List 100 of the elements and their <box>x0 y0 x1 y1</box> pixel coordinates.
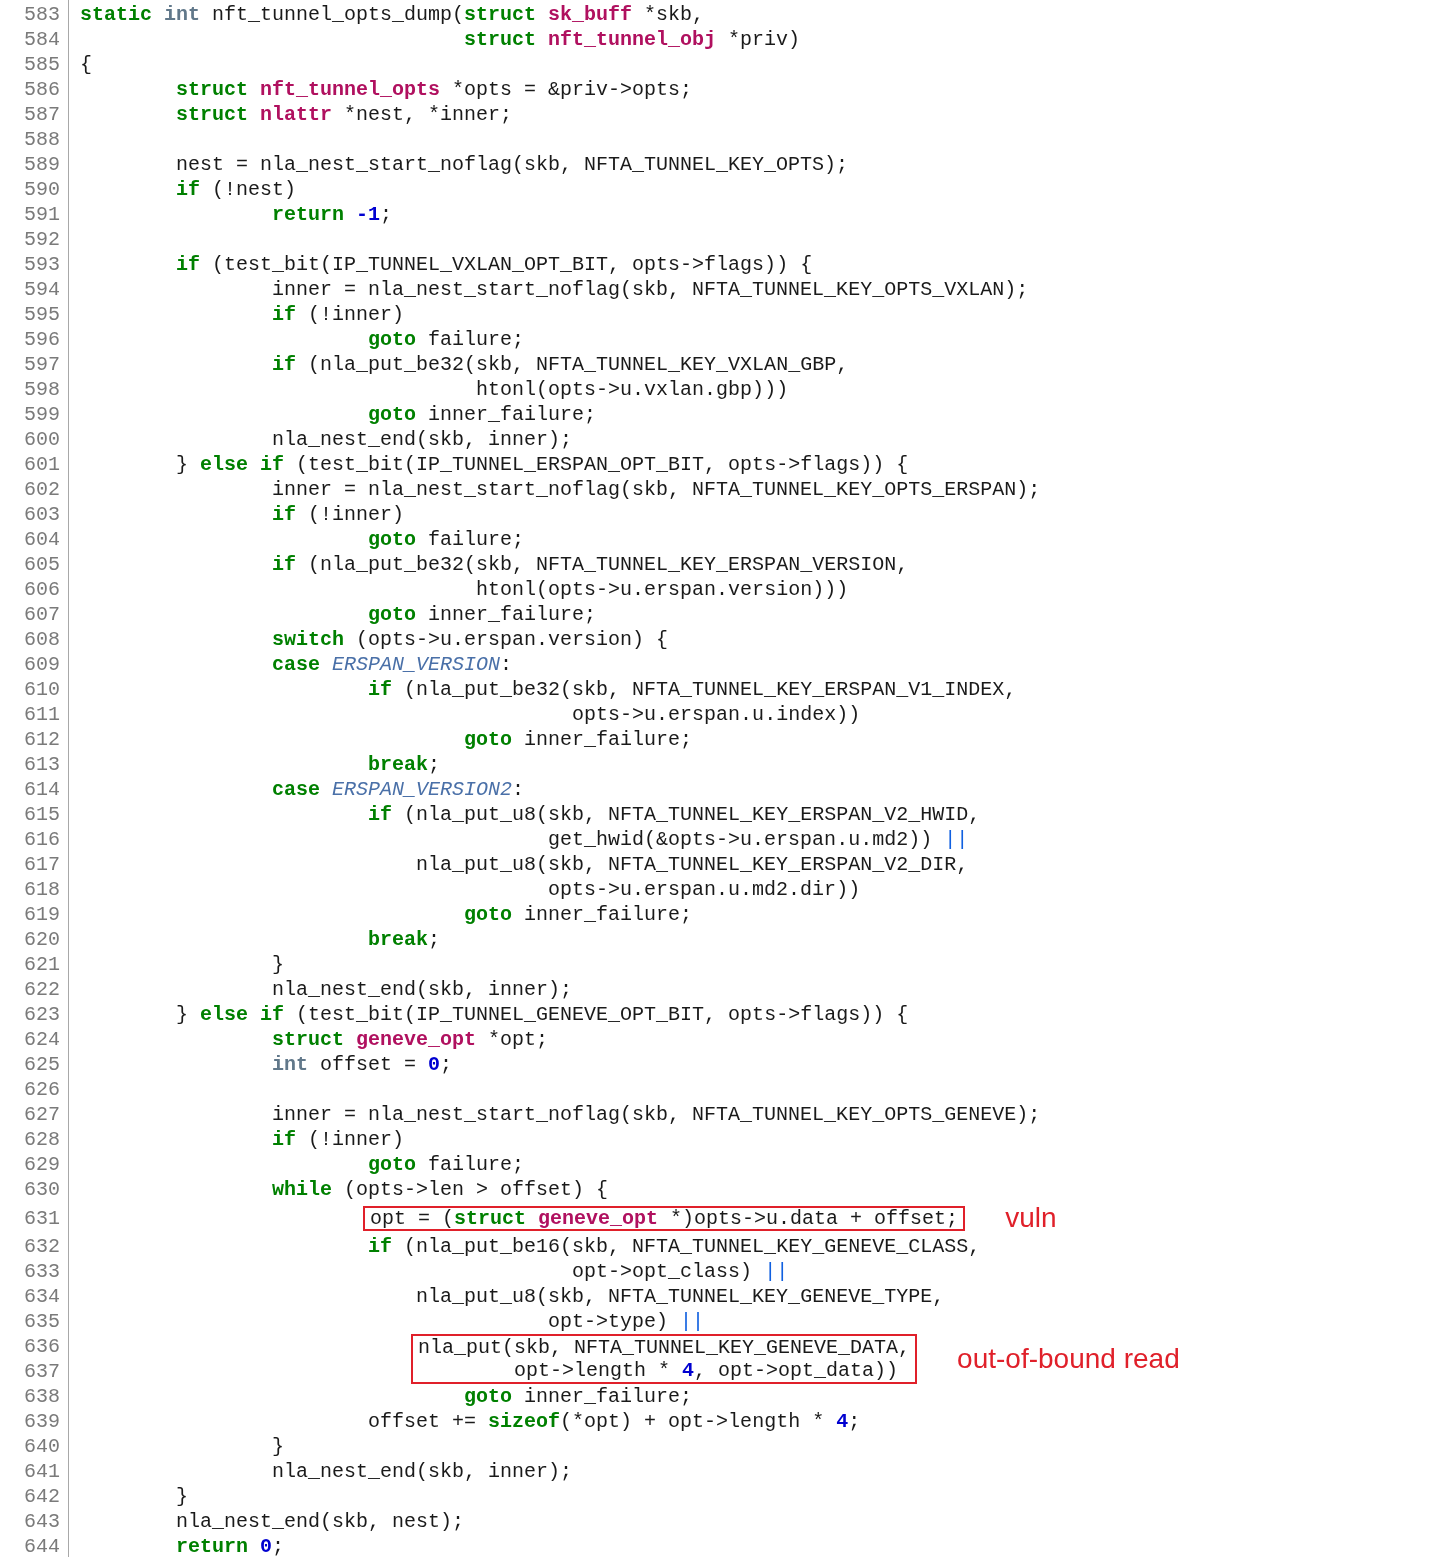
line-number: 643 <box>23 1510 61 1533</box>
line-number: 586 <box>23 78 61 101</box>
line-number: 624 <box>23 1028 61 1051</box>
code-line: if (!inner) <box>272 505 405 524</box>
line-number: 630 <box>23 1178 61 1201</box>
code-line: } <box>272 1437 285 1456</box>
code-line: opt->type) || <box>548 1312 705 1331</box>
code-line: struct nft_tunnel_obj *priv) <box>464 30 801 49</box>
code-line: case ERSPAN_VERSION: <box>272 655 513 674</box>
line-number: 627 <box>23 1103 61 1126</box>
line-number: 583 <box>23 3 61 26</box>
line-number: 637 <box>23 1360 61 1383</box>
line-number: 616 <box>23 828 61 851</box>
line-number: 631 <box>23 1206 61 1230</box>
line-number: 598 <box>23 378 61 401</box>
line-number: 585 <box>23 53 61 76</box>
line-number: 634 <box>23 1285 61 1308</box>
code-line: inner = nla_nest_start_noflag(skb, NFTA_TUNNEL_KEY_OPTS_VXLAN); <box>272 280 1029 299</box>
code-line: if (nla_put_be32(skb, NFTA_TUNNEL_KEY_ERSPAN_VERSION, <box>272 555 909 574</box>
code-line: if (!inner) <box>272 1130 405 1149</box>
line-number: 633 <box>23 1260 61 1283</box>
line-number: 613 <box>23 753 61 776</box>
line-number: 605 <box>23 553 61 576</box>
line-number: 614 <box>23 778 61 801</box>
line-number: 591 <box>23 203 61 226</box>
line-number: 628 <box>23 1128 61 1151</box>
code-line: opt->length * 4, opt->opt_data)) <box>514 1361 899 1380</box>
line-number: 625 <box>23 1053 61 1076</box>
code-line: } <box>176 1487 189 1506</box>
code-line: inner = nla_nest_start_noflag(skb, NFTA_TUNNEL_KEY_OPTS_GENEVE); <box>272 1105 1041 1124</box>
line-number: 597 <box>23 353 61 376</box>
code-line: nla_put_u8(skb, NFTA_TUNNEL_KEY_ERSPAN_V2_DIR, <box>416 855 969 874</box>
code-line: return 0; <box>176 1537 285 1556</box>
code-line: if (!inner) <box>272 305 405 324</box>
code-line: goto inner_failure; <box>368 605 597 624</box>
code-line: opts->u.erspan.u.md2.dir)) <box>548 880 861 899</box>
code-line: nla_put(skb, NFTA_TUNNEL_KEY_GENEVE_DATA, <box>418 1338 911 1357</box>
code-line: htonl(opts->u.erspan.version))) <box>476 580 849 599</box>
code-line: goto failure; <box>368 330 525 349</box>
code-line: goto inner_failure; <box>464 730 693 749</box>
code-line: return -1; <box>272 205 393 224</box>
line-number: 584 <box>23 28 61 51</box>
line-number: 626 <box>23 1078 61 1101</box>
code-line: goto failure; <box>368 1155 525 1174</box>
code-line: int offset = 0; <box>272 1055 453 1074</box>
line-number: 623 <box>23 1003 61 1026</box>
code-line: nla_nest_end(skb, inner); <box>272 430 573 449</box>
code-line: break; <box>368 755 441 774</box>
line-number: 601 <box>23 453 61 476</box>
code-line: goto inner_failure; <box>464 1387 693 1406</box>
line-number: 641 <box>23 1460 61 1483</box>
code-line: if (nla_put_be32(skb, NFTA_TUNNEL_KEY_ERSPAN_V1_INDEX, <box>368 680 1017 699</box>
code-line: goto failure; <box>368 530 525 549</box>
code-line: switch (opts->u.erspan.version) { <box>272 630 669 649</box>
code-line: nest = nla_nest_start_noflag(skb, NFTA_TUNNEL_KEY_OPTS); <box>176 155 849 174</box>
code-line: nla_nest_end(skb, inner); <box>272 980 573 999</box>
line-number: 604 <box>23 528 61 551</box>
code-line: opt->opt_class) || <box>572 1262 789 1281</box>
annotation-label: vuln <box>1005 1202 1057 1234</box>
code-line: break; <box>368 930 441 949</box>
code-line: if (nla_put_u8(skb, NFTA_TUNNEL_KEY_ERSPAN_V2_HWID, <box>368 805 981 824</box>
line-number: 609 <box>23 653 61 676</box>
line-number: 642 <box>23 1485 61 1508</box>
line-number: 636 <box>23 1335 61 1358</box>
annotation-label: out-of-bound read <box>957 1343 1180 1375</box>
line-number: 618 <box>23 878 61 901</box>
code-line: opt = (struct geneve_opt *)opts->u.data + offset; <box>370 1208 959 1228</box>
code-line: goto inner_failure; <box>464 905 693 924</box>
code-line: opts->u.erspan.u.index)) <box>572 705 861 724</box>
line-number: 635 <box>23 1310 61 1333</box>
line-number: 607 <box>23 603 61 626</box>
line-number: 603 <box>23 503 61 526</box>
line-number: 587 <box>23 103 61 126</box>
code-line: } <box>272 955 285 974</box>
line-number: 644 <box>23 1535 61 1557</box>
code-line: offset += sizeof(*opt) + opt->length * 4; <box>368 1412 861 1431</box>
line-number: 615 <box>23 803 61 826</box>
code-line: { <box>80 55 92 74</box>
code-line: } else if (test_bit(IP_TUNNEL_ERSPAN_OPT_BIT, opts->flags)) { <box>176 455 909 474</box>
line-number: 632 <box>23 1235 61 1258</box>
code-line: while (opts->len > offset) { <box>272 1180 609 1199</box>
line-number: 602 <box>23 478 61 501</box>
line-number: 640 <box>23 1435 61 1458</box>
code-line: inner = nla_nest_start_noflag(skb, NFTA_TUNNEL_KEY_OPTS_ERSPAN); <box>272 480 1041 499</box>
line-number: 639 <box>23 1410 61 1433</box>
line-number: 638 <box>23 1385 61 1408</box>
code-line: static int nft_tunnel_opts_dump(struct sk_buff *skb, <box>80 5 705 24</box>
line-number: 621 <box>23 953 61 976</box>
line-number: 619 <box>23 903 61 926</box>
line-number: 594 <box>23 278 61 301</box>
code-line: if (test_bit(IP_TUNNEL_VXLAN_OPT_BIT, opts->flags)) { <box>176 255 813 274</box>
line-number: 606 <box>23 578 61 601</box>
code-line: case ERSPAN_VERSION2: <box>272 780 525 799</box>
code-line: get_hwid(&opts->u.erspan.u.md2)) || <box>548 830 969 849</box>
code-line: nla_nest_end(skb, inner); <box>272 1462 573 1481</box>
line-number: 612 <box>23 728 61 751</box>
code-line: struct nft_tunnel_opts *opts = &priv->opts; <box>176 80 693 99</box>
code-line: struct geneve_opt *opt; <box>272 1030 549 1049</box>
line-number: 610 <box>23 678 61 701</box>
line-number: 596 <box>23 328 61 351</box>
